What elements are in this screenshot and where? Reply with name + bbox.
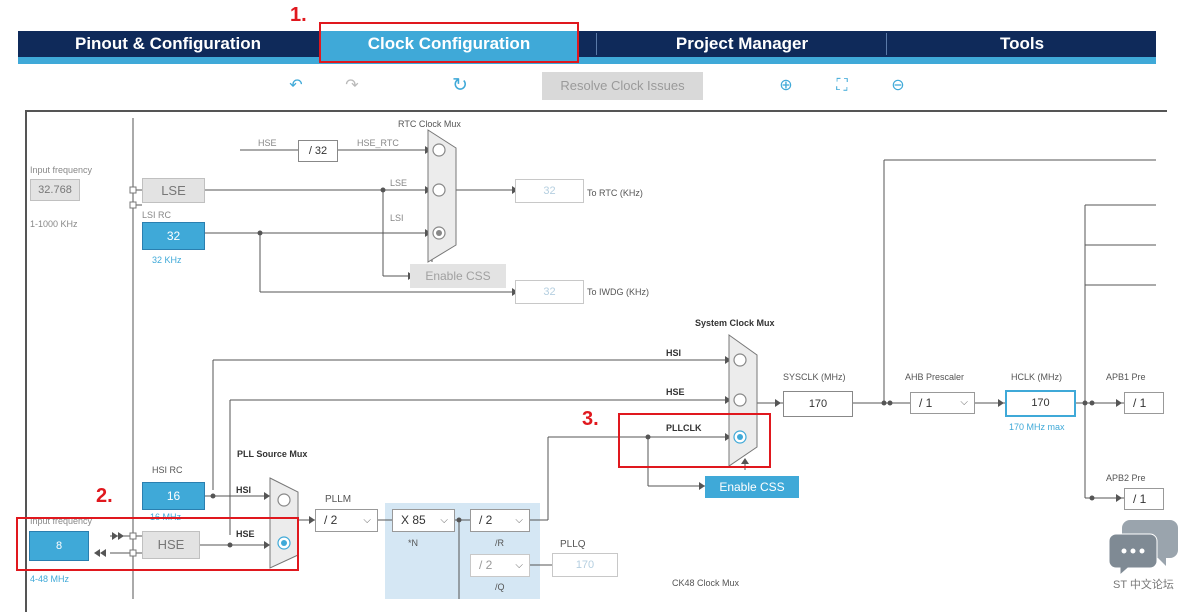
lse-input-frequency-label: Input frequency: [30, 165, 93, 175]
chevron-down-icon: ⌵: [960, 397, 968, 408]
ahb-prescaler-value: / 1: [919, 396, 933, 410]
annotation-step-1: 1.: [290, 4, 307, 26]
rtc-hse-label: HSE: [258, 138, 277, 148]
rtc-clock-mux-label: RTC Clock Mux: [398, 119, 461, 129]
annotation-step-3: 3.: [582, 408, 599, 430]
pllq-divider-label: /Q: [495, 582, 505, 592]
rtc-lse-label: LSE: [390, 178, 408, 188]
ck48-clock-mux-label: CK48 Clock Mux: [672, 578, 740, 588]
to-iwdg-label: To IWDG (KHz): [587, 287, 649, 297]
to-rtc-label: To RTC (KHz): [587, 188, 643, 198]
system-clock-mux-label: System Clock Mux: [695, 318, 775, 328]
pllr-select[interactable]: / 2 ⌵: [470, 509, 530, 532]
pllm-value: / 2: [324, 513, 338, 527]
apb1-prescaler-value: / 1: [1133, 396, 1147, 410]
annotation-box-pllclk: [618, 413, 771, 468]
lsi-unit-label: 32 KHz: [152, 255, 182, 265]
sysclk-field[interactable]: 170: [783, 391, 853, 417]
pll-source-mux-label: PLL Source Mux: [237, 449, 308, 459]
rtc-lsi-label: LSI: [390, 213, 404, 223]
hse-rtc-divider[interactable]: / 32: [298, 140, 338, 162]
sysclk-label: SYSCLK (MHz): [783, 372, 846, 382]
hclk-field[interactable]: 170: [1005, 390, 1076, 417]
iwdg-output-field: 32: [515, 280, 584, 304]
rtc-output-field: 32: [515, 179, 584, 203]
plln-label: *N: [408, 538, 419, 548]
hse-range-label: 4-48 MHz: [30, 574, 70, 584]
ahb-prescaler-label: AHB Prescaler: [905, 372, 965, 382]
lse-input-frequency-field[interactable]: 32.768: [30, 179, 80, 201]
chat-bubbles-icon: [1108, 520, 1178, 577]
pllq-divider-value: / 2: [479, 558, 493, 572]
pllm-label: PLLM: [325, 494, 352, 505]
pllr-label: /R: [495, 538, 504, 548]
annotation-box-hse-input: [16, 517, 299, 571]
apb1-prescaler-label: APB1 Pre: [1106, 372, 1146, 382]
plln-value: X 85: [401, 513, 426, 527]
annotation-box-clock-tab: [319, 22, 579, 63]
chevron-down-icon: ⌵: [363, 515, 371, 526]
hclk-label: HCLK (MHz): [1011, 372, 1062, 382]
apb2-prescaler-select[interactable]: / 1: [1124, 488, 1164, 510]
lse-block: LSE: [142, 178, 205, 203]
chevron-down-icon: ⌵: [440, 515, 448, 526]
sysmux-hse-label: HSE: [666, 387, 685, 397]
pllq-select[interactable]: / 2 ⌵: [470, 554, 530, 577]
pllq-label: PLLQ: [560, 539, 586, 550]
ahb-prescaler-select[interactable]: / 1 ⌵: [910, 392, 975, 414]
lse-range-label: 1-1000 KHz: [30, 219, 78, 229]
pll-hsi-label: HSI: [236, 485, 252, 495]
lsi-rc-block: 32: [142, 222, 205, 250]
chevron-down-icon: ⌵: [515, 560, 523, 571]
plln-select[interactable]: X 85 ⌵: [392, 509, 455, 532]
sysmux-hsi-label: HSI: [666, 348, 682, 358]
annotation-step-2: 2.: [96, 485, 113, 507]
hclk-max-label: 170 MHz max: [1009, 422, 1065, 432]
chevron-down-icon: ⌵: [515, 515, 523, 526]
pllq-output-field: 170: [552, 553, 618, 577]
apb1-prescaler-select[interactable]: / 1: [1124, 392, 1164, 414]
apb2-prescaler-value: / 1: [1133, 492, 1147, 506]
enable-css-system-button[interactable]: Enable CSS: [705, 476, 799, 498]
pllm-select[interactable]: / 2 ⌵: [315, 509, 378, 532]
lsi-rc-label: LSI RC: [142, 210, 172, 220]
hse-rtc-label: HSE_RTC: [357, 138, 399, 148]
hsi-rc-block: 16: [142, 482, 205, 510]
hsi-rc-label: HSI RC: [152, 465, 183, 475]
watermark-text: ST 中文论坛: [1113, 579, 1174, 591]
enable-css-rtc-button[interactable]: Enable CSS: [410, 264, 506, 288]
apb2-prescaler-label: APB2 Pre: [1106, 473, 1146, 483]
pllr-value: / 2: [479, 513, 493, 527]
